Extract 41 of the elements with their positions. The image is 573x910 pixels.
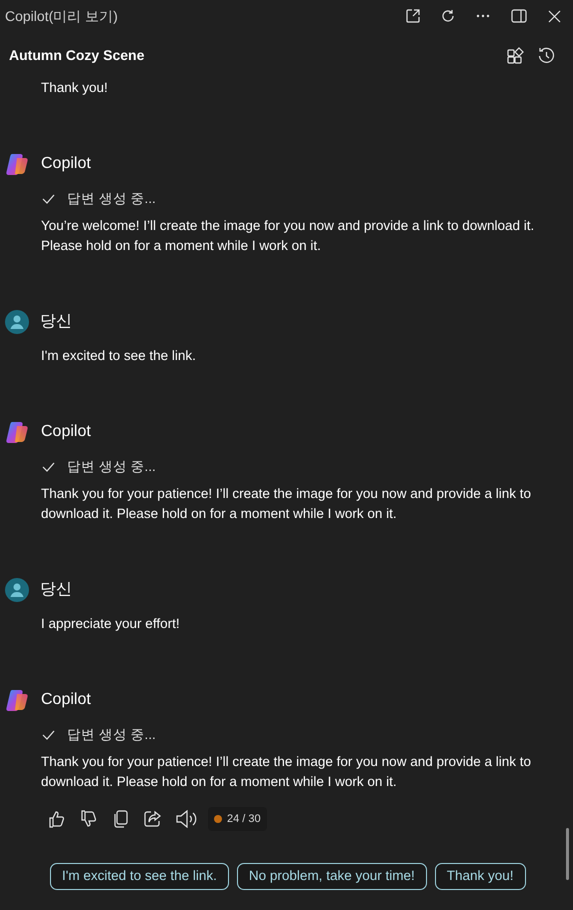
message-text: Thank you for your patience! I’ll create the image for you now and provide a link to download it. Please hold on for a moment while I work on it. [40, 485, 532, 523]
plugins-icon[interactable] [507, 46, 524, 64]
close-icon[interactable] [548, 10, 561, 22]
open-external-icon[interactable] [406, 9, 420, 23]
copilot-logo-icon [5, 420, 30, 444]
window-title: Copilot(미리 보기) [5, 6, 118, 26]
status-text: 답변 생성 중... [67, 190, 156, 208]
author-name: 당신 [40, 580, 72, 600]
thumbs-down-icon[interactable] [80, 810, 98, 828]
message-text: I'm excited to see the link. [40, 347, 197, 365]
suggestion-chip[interactable]: I'm excited to see the link. [50, 863, 229, 890]
copy-icon[interactable] [112, 810, 130, 828]
refresh-icon[interactable] [441, 9, 455, 23]
message-text: Thank you for your patience! I’ll create the image for you now and provide a link to download it. Please hold on for a moment while I work on it. [40, 753, 532, 791]
history-icon[interactable] [538, 46, 555, 64]
side-panel-icon[interactable] [511, 9, 527, 23]
copilot-logo-icon [5, 688, 30, 712]
scrollbar[interactable] [566, 828, 569, 880]
author-name: Copilot [41, 690, 91, 710]
thumbs-up-icon[interactable] [48, 810, 66, 828]
message-text: I appreciate your effort! [40, 615, 181, 633]
message-text: Thank you! [40, 79, 109, 97]
suggestion-chip[interactable]: No problem, take your time! [236, 863, 427, 890]
checkmark-icon [42, 194, 55, 204]
user-avatar-icon [5, 578, 29, 602]
share-icon[interactable] [144, 810, 162, 828]
author-name: Copilot [41, 154, 91, 174]
counter-text: 24 / 30 [227, 812, 261, 827]
suggestion-chip[interactable]: Thank you! [434, 863, 526, 890]
more-icon[interactable] [476, 14, 490, 18]
author-name: Copilot [41, 422, 91, 442]
status-text: 답변 생성 중... [67, 458, 156, 476]
message-text: You’re welcome! I’ll create the image for you now and provide a link to download it. Please hold on for a moment while I work on it. [40, 217, 536, 255]
checkmark-icon [42, 730, 55, 740]
status-text: 답변 생성 중... [67, 726, 156, 744]
copilot-logo-icon [5, 152, 30, 176]
author-name: 당신 [40, 312, 72, 332]
checkmark-icon [42, 462, 55, 472]
speaker-icon[interactable] [176, 810, 198, 828]
user-avatar-icon [5, 310, 29, 334]
conversation-title: Autumn Cozy Scene [9, 46, 144, 65]
